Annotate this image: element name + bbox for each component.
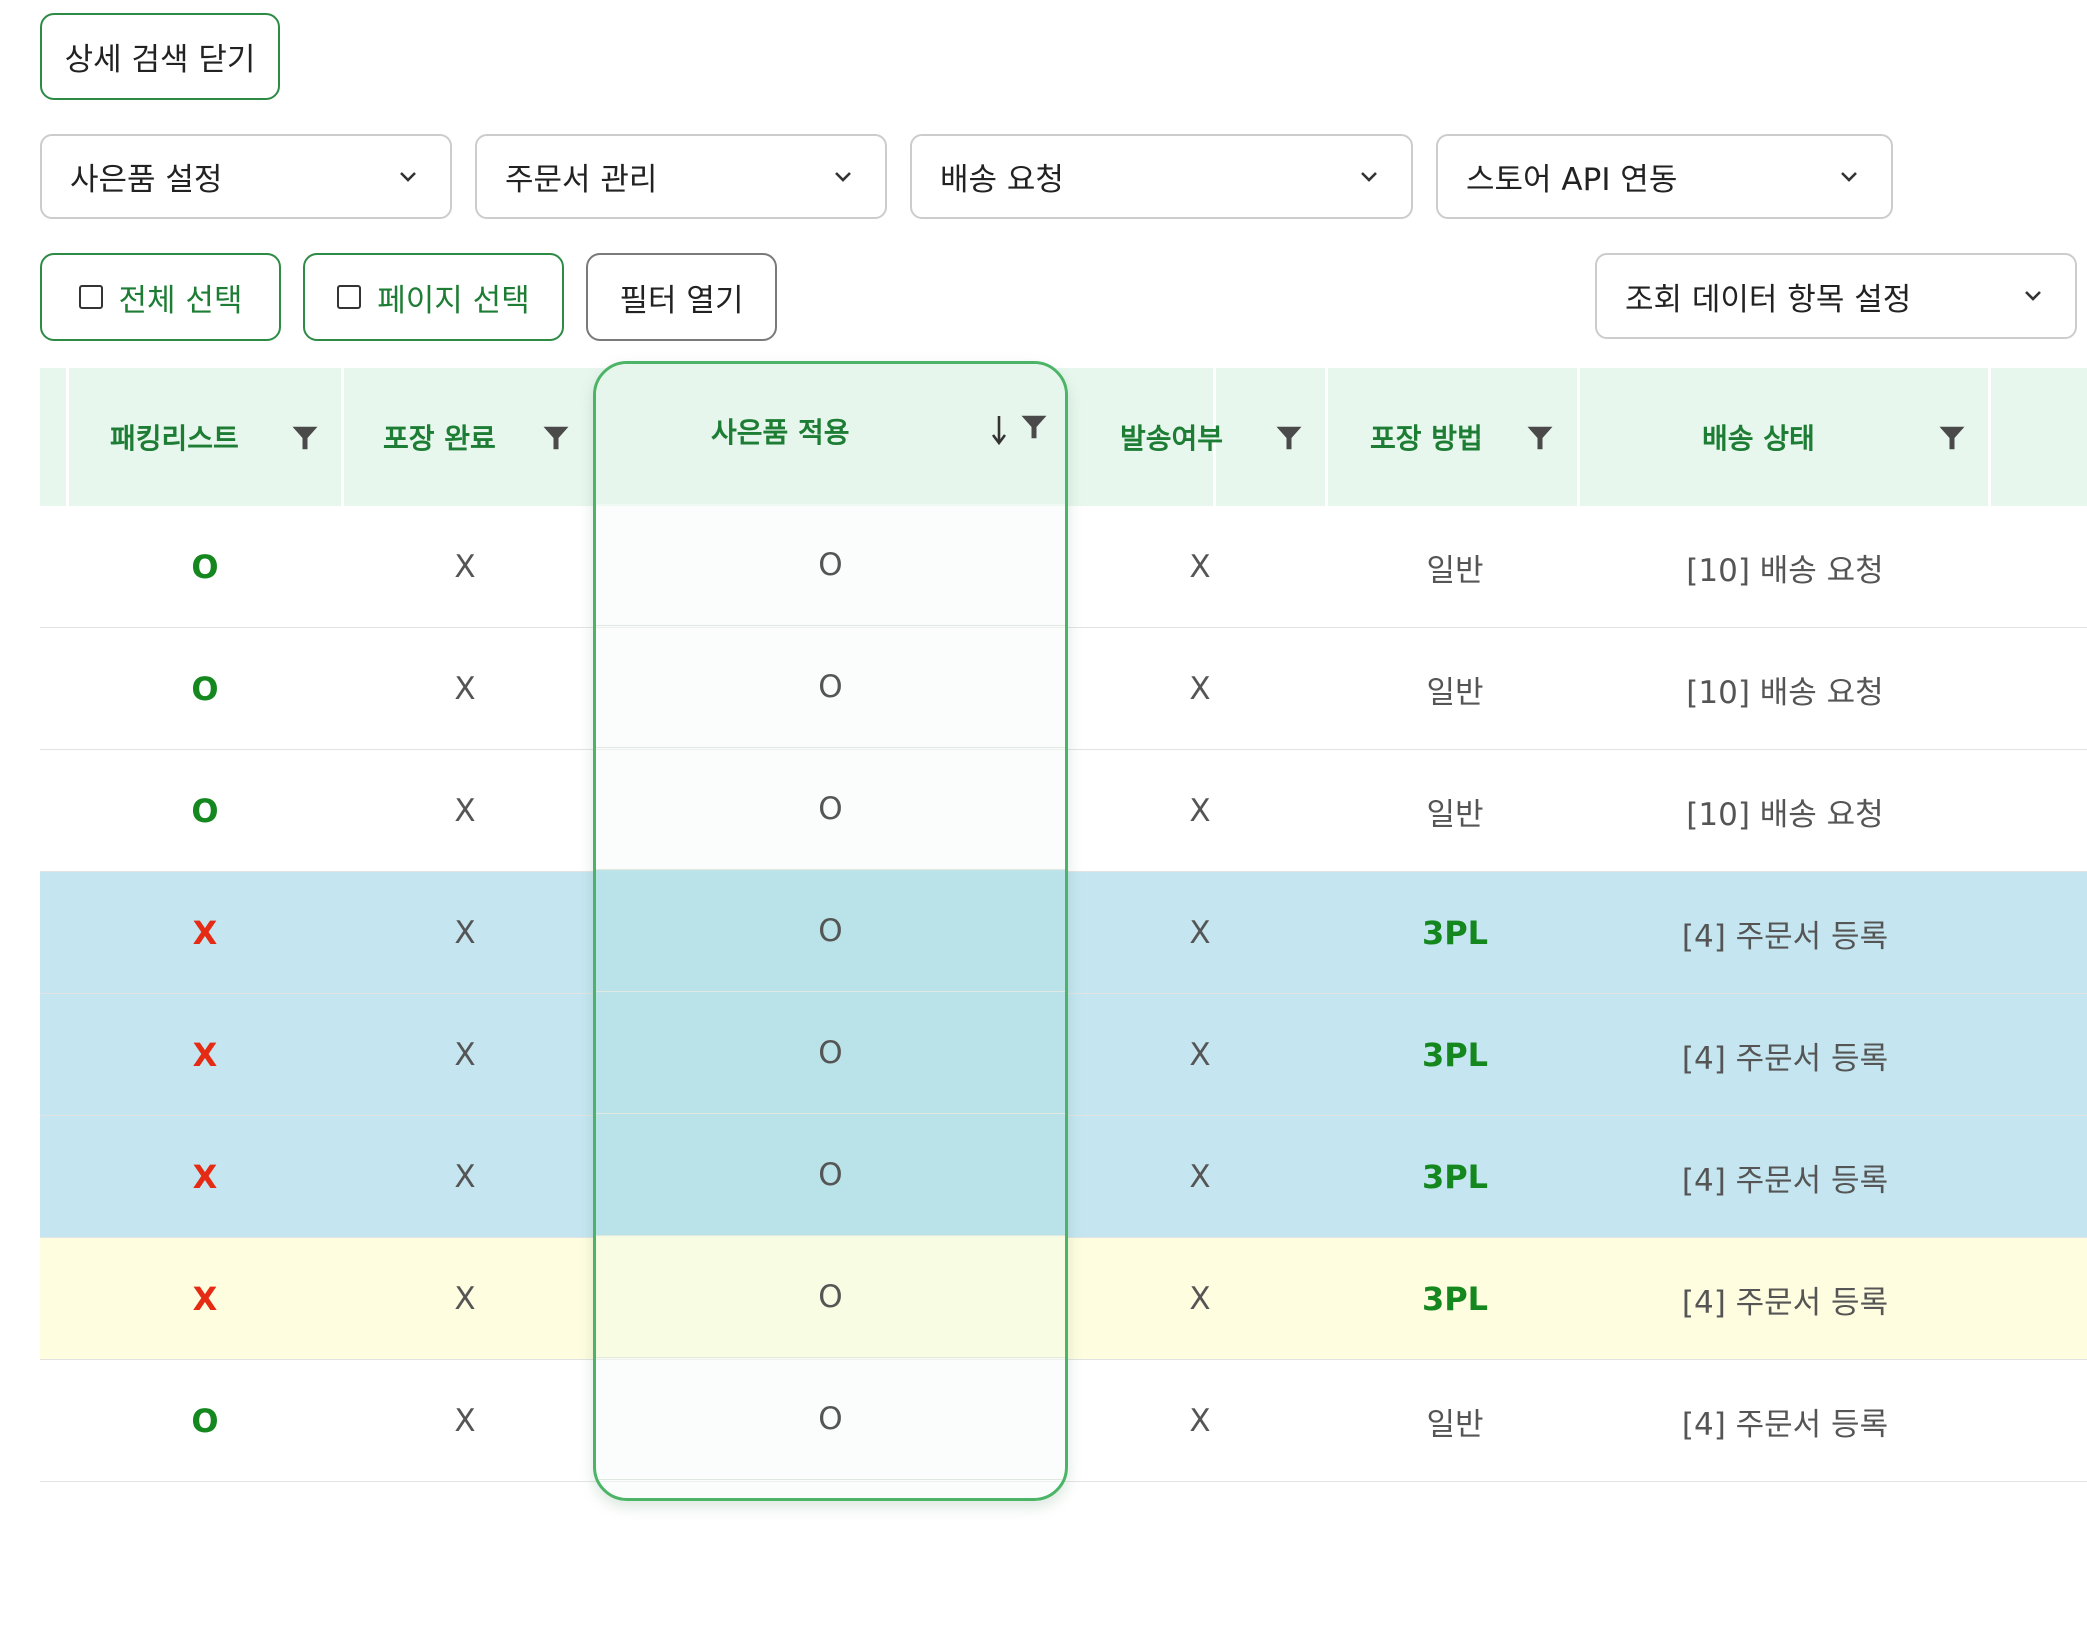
column-divider xyxy=(341,368,344,506)
checkbox-icon xyxy=(337,285,362,309)
cell-delivery-status: [4] 주문서 등록 xyxy=(1681,1040,1889,1077)
funnel-icon[interactable] xyxy=(1274,423,1304,453)
cell-delivery-status: [10] 배송 요청 xyxy=(1686,796,1884,833)
close-detail-search-label: 상세 검색 닫기 xyxy=(64,42,256,78)
header-delivery-status[interactable]: 배송 상태 xyxy=(1702,368,1815,506)
view-columns-label: 조회 데이터 항목 설정 xyxy=(1625,281,1912,318)
funnel-icon[interactable] xyxy=(1525,423,1555,453)
close-detail-search-button[interactable]: 상세 검색 닫기 xyxy=(40,13,280,100)
cell-delivery-status: [10] 배송 요청 xyxy=(1686,552,1884,589)
cell-shipped: X xyxy=(1189,1403,1211,1439)
cell-delivery-status: [4] 주문서 등록 xyxy=(1681,1162,1889,1199)
cell-shipped: X xyxy=(1189,549,1211,585)
cell-delivery-status: [4] 주문서 등록 xyxy=(1681,1406,1889,1443)
gift-applied-column-highlight: 사은품 적용 OOOOOOOO xyxy=(593,361,1068,1501)
sort-down-arrow-icon[interactable] xyxy=(990,414,1008,446)
cell-packing-method: 3PL xyxy=(1421,914,1489,952)
chevron-down-icon xyxy=(1841,171,1857,182)
cell-shipped: X xyxy=(1189,1037,1211,1073)
cell-packing-list: X xyxy=(192,1036,218,1074)
select-page-label: 페이지 선택 xyxy=(377,282,530,319)
order-management-label: 주문서 관리 xyxy=(505,162,658,198)
cell-packing-list: X xyxy=(192,1158,218,1196)
cell-packing-done: X xyxy=(454,1281,476,1317)
header-packing-list[interactable]: 패킹리스트 xyxy=(110,368,239,506)
cell-packing-done: X xyxy=(454,915,476,951)
gift-settings-dropdown[interactable]: 사은품 설정 xyxy=(40,134,452,219)
chevron-down-icon xyxy=(1361,171,1377,182)
header-packing-done[interactable]: 포장 완료 xyxy=(383,368,496,506)
checkbox-icon xyxy=(78,285,103,309)
cell-shipped: X xyxy=(1189,915,1211,951)
cell-packing-method: 일반 xyxy=(1426,1406,1484,1443)
cell-packing-done: X xyxy=(454,549,476,585)
cell-packing-method: 일반 xyxy=(1426,674,1484,711)
cell-packing-done: X xyxy=(454,793,476,829)
cell-gift-applied: O xyxy=(596,992,1065,1114)
delivery-request-dropdown[interactable]: 배송 요청 xyxy=(910,134,1413,219)
funnel-icon[interactable] xyxy=(1937,423,1967,453)
cell-packing-list: O xyxy=(191,792,219,830)
cell-shipped: X xyxy=(1189,1281,1211,1317)
select-page-button[interactable]: 페이지 선택 xyxy=(303,253,564,341)
column-divider xyxy=(1577,368,1580,506)
cell-packing-method: 3PL xyxy=(1421,1280,1489,1318)
chevron-down-icon xyxy=(400,171,416,182)
cell-delivery-status: [4] 주문서 등록 xyxy=(1681,918,1889,955)
cell-packing-done: X xyxy=(454,1037,476,1073)
store-api-label: 스토어 API 연동 xyxy=(1466,162,1678,198)
cell-gift-applied: O xyxy=(596,504,1065,626)
funnel-icon[interactable] xyxy=(290,423,320,453)
cell-packing-done: X xyxy=(454,1403,476,1439)
chevron-down-icon xyxy=(2025,291,2041,301)
cell-gift-applied: O xyxy=(596,1358,1065,1480)
cell-packing-done: X xyxy=(454,1159,476,1195)
cell-packing-list: O xyxy=(191,1402,219,1440)
column-divider xyxy=(66,368,69,506)
cell-packing-list: X xyxy=(192,1280,218,1318)
cell-packing-done: X xyxy=(454,671,476,707)
cell-gift-applied: O xyxy=(596,870,1065,992)
open-filter-label: 필터 열기 xyxy=(619,282,744,319)
cell-shipped: X xyxy=(1189,793,1211,829)
store-api-dropdown[interactable]: 스토어 API 연동 xyxy=(1436,134,1893,219)
chevron-down-icon xyxy=(835,171,851,182)
open-filter-button[interactable]: 필터 열기 xyxy=(586,253,777,341)
cell-delivery-status: [4] 주문서 등록 xyxy=(1681,1284,1889,1321)
funnel-icon[interactable] xyxy=(1019,412,1049,442)
cell-packing-list: O xyxy=(191,670,219,708)
cell-packing-method: 3PL xyxy=(1421,1158,1489,1196)
cell-shipped: X xyxy=(1189,1159,1211,1195)
cell-gift-applied: O xyxy=(596,748,1065,870)
select-all-label: 전체 선택 xyxy=(118,282,243,319)
cell-shipped: X xyxy=(1189,671,1211,707)
funnel-icon[interactable] xyxy=(541,423,571,453)
header-packing-method[interactable]: 포장 방법 xyxy=(1370,368,1483,506)
cell-packing-list: X xyxy=(192,914,218,952)
cell-gift-applied: O xyxy=(596,1114,1065,1236)
delivery-request-label: 배송 요청 xyxy=(940,162,1064,198)
order-management-dropdown[interactable]: 주문서 관리 xyxy=(475,134,887,219)
select-all-button[interactable]: 전체 선택 xyxy=(40,253,281,341)
header-gift-applied[interactable]: 사은품 적용 xyxy=(596,364,1065,504)
cell-packing-method: 3PL xyxy=(1421,1036,1489,1074)
gift-settings-label: 사은품 설정 xyxy=(70,162,223,198)
cell-gift-applied: O xyxy=(596,626,1065,748)
header-gift-applied-label: 사은품 적용 xyxy=(711,416,850,449)
column-divider xyxy=(1988,368,1991,506)
cell-gift-applied: O xyxy=(596,1236,1065,1358)
cell-packing-method: 일반 xyxy=(1426,796,1484,833)
column-divider xyxy=(1325,368,1328,506)
cell-delivery-status: [10] 배송 요청 xyxy=(1686,674,1884,711)
header-shipped[interactable]: 발송여부 xyxy=(1120,368,1223,506)
cell-packing-list: O xyxy=(191,548,219,586)
view-columns-dropdown[interactable]: 조회 데이터 항목 설정 xyxy=(1595,253,2077,339)
cell-packing-method: 일반 xyxy=(1426,552,1484,589)
